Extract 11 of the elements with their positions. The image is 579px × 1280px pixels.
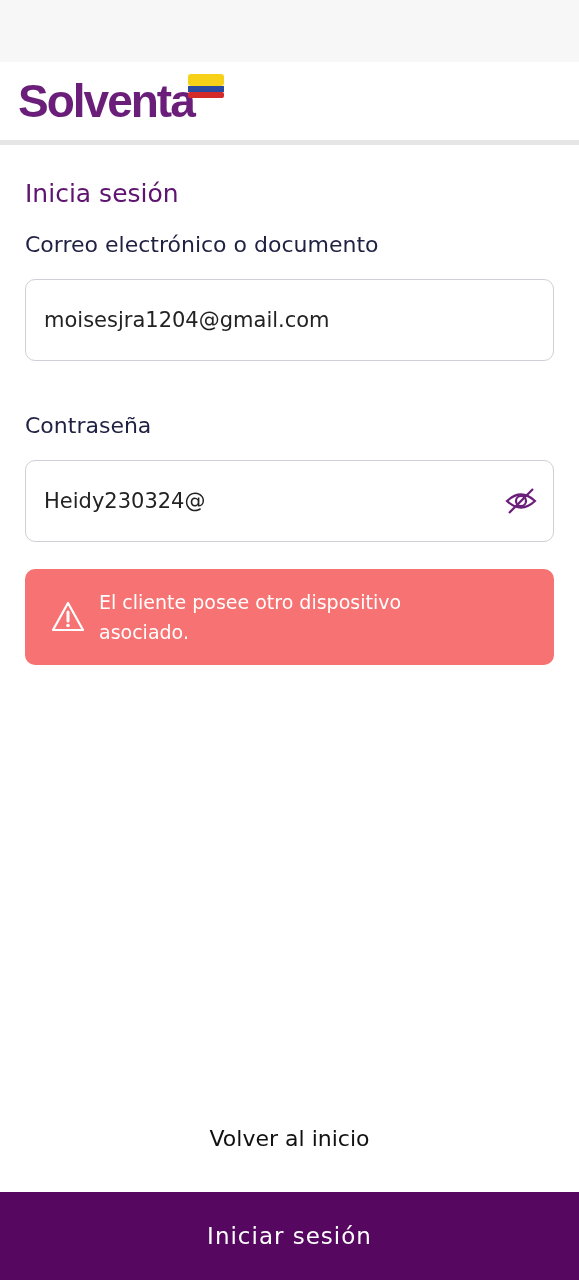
login-button[interactable]: Iniciar sesión — [0, 1192, 579, 1280]
eye-off-icon[interactable] — [504, 486, 538, 516]
warning-icon — [51, 600, 85, 634]
logo: Solventa — [18, 78, 194, 124]
field-label: Correo electrónico o documento — [25, 232, 380, 257]
back-link[interactable]: Volver al inicio — [203, 1125, 376, 1152]
field-label: Contraseña — [25, 413, 153, 438]
password-field[interactable]: Heidy230324@ — [25, 460, 554, 542]
page-title: Inicia sesión — [25, 179, 180, 208]
email-field[interactable]: moisesjra1204@gmail.com — [25, 279, 554, 361]
error-message: El cliente posee otro dispositivo asociado. — [99, 590, 403, 645]
